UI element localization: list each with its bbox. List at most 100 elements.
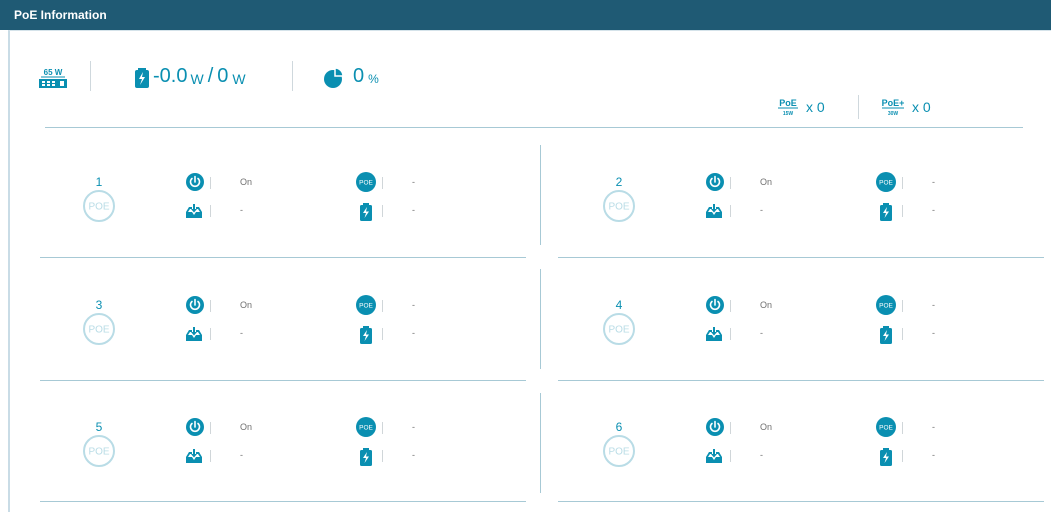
field-divider	[210, 205, 211, 217]
poe-status: -	[412, 300, 415, 310]
poe-info-panel: 65 W -0.0 W / 0 W 0 % PoE 15W x 0 PoE+ 3…	[8, 30, 1051, 512]
poe-class-count: PoE 15W x 0	[776, 97, 825, 117]
percent-value: 0	[353, 65, 365, 87]
poe-status-icon: POE	[356, 295, 376, 315]
power-consumption: -	[932, 450, 935, 460]
port-card-2[interactable]: 2 POE On - POE - -	[564, 161, 1044, 261]
port-number: 5	[95, 420, 103, 434]
port-number: 6	[615, 420, 623, 434]
power-status: On	[760, 177, 773, 187]
port-class: -	[240, 450, 243, 460]
field-divider	[730, 205, 731, 217]
field-divider	[730, 300, 731, 312]
field-divider	[730, 328, 731, 340]
port-card-6[interactable]: 6 POE On - POE - -	[564, 406, 1044, 506]
port-class: -	[760, 328, 763, 338]
poe-port-icon: POE	[83, 190, 115, 222]
power-status: On	[240, 300, 253, 310]
poeplus-class-count: PoE+ 30W x 0	[880, 97, 931, 117]
power-icon	[706, 296, 724, 314]
power-usage: -0.0 W / 0 W	[135, 65, 250, 88]
battery-icon	[359, 326, 377, 344]
port-card-3[interactable]: 3 POE On - POE - -	[44, 284, 524, 384]
power-icon	[186, 296, 204, 314]
poe-port-icon: POE	[83, 313, 115, 345]
field-divider	[382, 422, 383, 434]
power-supply-icon: 65 W	[39, 68, 67, 88]
port-card-1[interactable]: 1 POE On - POE - -	[44, 161, 524, 261]
svg-text:POE: POE	[879, 180, 893, 187]
power-in-icon	[185, 326, 203, 344]
port-class: -	[760, 450, 763, 460]
port-class: -	[240, 328, 243, 338]
svg-text:POE: POE	[88, 447, 109, 458]
power-consumption: -	[412, 328, 415, 338]
budget-label: 65 W	[44, 68, 63, 77]
battery-icon	[359, 448, 377, 466]
svg-text:15W: 15W	[783, 111, 794, 117]
power-percentage: 0 %	[323, 65, 379, 88]
port-number: 1	[95, 175, 103, 189]
poeplus-30w-icon: PoE+ 30W	[882, 98, 905, 117]
field-divider	[902, 205, 903, 217]
battery-icon	[879, 326, 897, 344]
usage-slash: /	[207, 65, 214, 87]
poe-status-icon: POE	[876, 417, 896, 437]
usage-unit: W	[190, 71, 204, 87]
svg-text:POE: POE	[879, 425, 893, 432]
field-divider	[902, 177, 903, 189]
port-card-4[interactable]: 4 POE On - POE - -	[564, 284, 1044, 384]
power-status: On	[240, 422, 253, 432]
poe-status: -	[932, 422, 935, 432]
power-in-icon	[705, 448, 723, 466]
field-divider	[902, 422, 903, 434]
poeplus-class-count-value: x 0	[912, 99, 931, 115]
power-consumption: -	[932, 328, 935, 338]
power-in-icon	[705, 203, 723, 221]
field-divider	[902, 328, 903, 340]
poe-status: -	[412, 177, 415, 187]
field-divider	[382, 205, 383, 217]
field-divider	[730, 450, 731, 462]
field-divider	[730, 422, 731, 434]
power-in-icon	[185, 203, 203, 221]
power-consumption: -	[932, 205, 935, 215]
power-in-icon	[185, 448, 203, 466]
poe-status-icon: POE	[876, 172, 896, 192]
summary-divider	[292, 61, 293, 91]
power-consumption: -	[412, 205, 415, 215]
svg-text:POE: POE	[879, 303, 893, 310]
svg-text:POE: POE	[359, 180, 373, 187]
port-card-5[interactable]: 5 POE On - POE - -	[44, 406, 524, 506]
svg-text:POE: POE	[608, 202, 629, 213]
svg-text:POE: POE	[88, 325, 109, 336]
port-number: 4	[615, 298, 623, 312]
battery-charge-icon	[135, 68, 149, 88]
usage-total: 0	[217, 65, 229, 87]
poe-15w-icon: PoE 15W	[778, 98, 798, 117]
poe-status: -	[932, 177, 935, 187]
svg-text:PoE+: PoE+	[882, 98, 905, 108]
power-icon	[706, 173, 724, 191]
usage-total-unit: W	[232, 71, 246, 87]
field-divider	[210, 300, 211, 312]
title-bar: PoE Information	[0, 0, 1051, 30]
poe-status: -	[932, 300, 935, 310]
battery-icon	[879, 448, 897, 466]
poe-status: -	[412, 422, 415, 432]
power-in-icon	[705, 326, 723, 344]
grid-divider	[540, 393, 541, 493]
field-divider	[902, 450, 903, 462]
poe-status-icon: POE	[356, 417, 376, 437]
poe-port-icon: POE	[603, 435, 635, 467]
field-divider	[210, 328, 211, 340]
field-divider	[210, 450, 211, 462]
svg-text:POE: POE	[608, 325, 629, 336]
poe-status-icon: POE	[356, 172, 376, 192]
battery-icon	[359, 203, 377, 221]
grid-divider	[540, 269, 541, 369]
power-status: On	[760, 300, 773, 310]
svg-text:30W: 30W	[888, 111, 899, 117]
field-divider	[730, 177, 731, 189]
svg-text:POE: POE	[608, 447, 629, 458]
